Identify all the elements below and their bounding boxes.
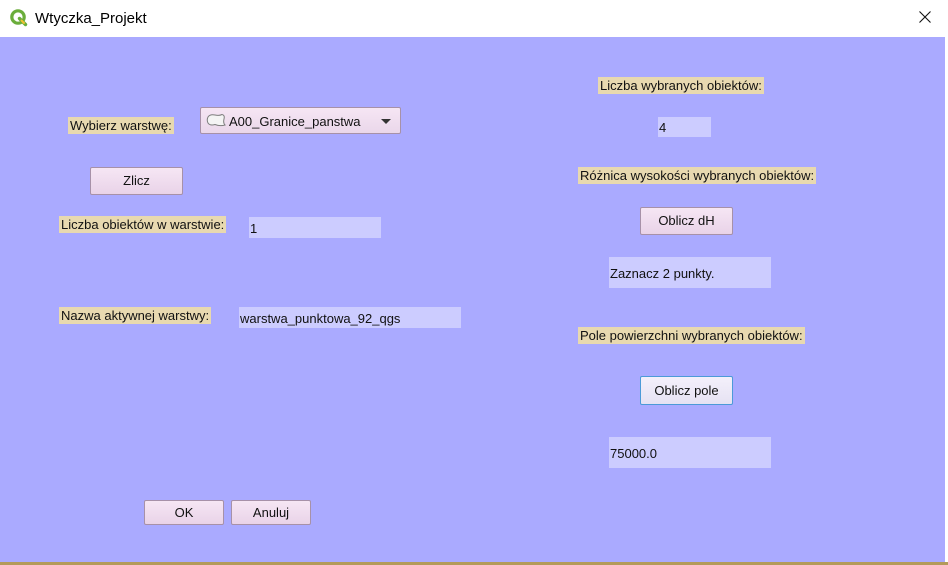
- close-button[interactable]: [902, 0, 948, 37]
- layer-select-value: A00_Granice_panstwa: [229, 114, 361, 129]
- dialog-window: Wtyczka_Projekt Wybierz warstwę: A00_Gra…: [0, 0, 948, 565]
- active-layer-field: warstwa_punktowa_92_qgs: [239, 307, 461, 328]
- count-button[interactable]: Zlicz: [90, 167, 183, 195]
- active-layer-label: Nazwa aktywnej warstwy:: [59, 307, 212, 324]
- area-label: Pole powierzchni wybranych obiektów:: [578, 327, 805, 344]
- ok-button[interactable]: OK: [144, 500, 224, 525]
- polygon-layer-icon: [206, 113, 226, 130]
- area-result-field: 75000.0: [609, 437, 771, 468]
- chevron-down-icon: [381, 119, 391, 124]
- selected-count-label: Liczba wybranych obiektów:: [598, 77, 764, 94]
- calculate-dh-button[interactable]: Oblicz dH: [640, 207, 733, 235]
- qgis-logo-icon: [9, 8, 29, 28]
- height-diff-label: Różnica wysokości wybranych obiektów:: [578, 167, 817, 184]
- close-icon: [919, 11, 931, 26]
- objects-count-field: 1: [249, 217, 381, 238]
- selected-count-field: 4: [658, 117, 711, 137]
- layer-select-combobox[interactable]: A00_Granice_panstwa: [200, 107, 401, 134]
- cancel-button[interactable]: Anuluj: [231, 500, 311, 525]
- objects-count-label: Liczba obiektów w warstwie:: [59, 216, 227, 233]
- dialog-body: Wybierz warstwę: A00_Granice_panstwa Zli…: [0, 37, 948, 562]
- calculate-area-button[interactable]: Oblicz pole: [640, 376, 733, 405]
- layer-select-label: Wybierz warstwę:: [68, 117, 174, 134]
- title-bar[interactable]: Wtyczka_Projekt: [0, 0, 948, 37]
- height-diff-result-field: Zaznacz 2 punkty.: [609, 257, 771, 288]
- window-title: Wtyczka_Projekt: [35, 10, 147, 27]
